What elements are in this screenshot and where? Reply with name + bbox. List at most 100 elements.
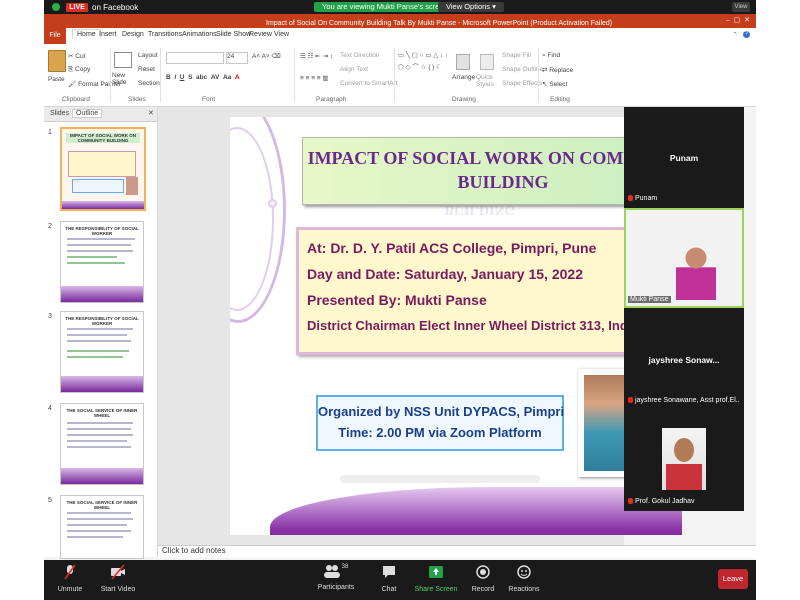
- select-button[interactable]: ↖ Select: [542, 80, 567, 88]
- tab-file[interactable]: File: [44, 28, 66, 44]
- tab-review[interactable]: Review: [249, 31, 272, 38]
- cut-button[interactable]: ✂ Cut: [68, 52, 85, 60]
- reactions-button[interactable]: Reactions: [506, 564, 542, 593]
- slide-thumbnail[interactable]: THE RESPONSIBILITY OF SOCIAL WORKER: [60, 221, 144, 303]
- organizer-text: Organized by NSS Unit DYPACS, Pimpri: [318, 404, 565, 419]
- thumbnail-photo: [126, 177, 138, 195]
- collapse-ribbon-icon[interactable]: ⌃: [732, 31, 738, 39]
- thumbnail-text-line: [67, 340, 131, 342]
- record-button[interactable]: Record: [468, 564, 498, 593]
- shape-fill-button[interactable]: Shape Fill: [502, 52, 531, 59]
- paste-button[interactable]: Paste: [48, 76, 65, 83]
- paste-icon[interactable]: [48, 50, 66, 72]
- text-direction-button[interactable]: Text Direction: [340, 52, 379, 59]
- convert-smartart-button[interactable]: Convert to SmartArt: [340, 80, 397, 87]
- reset-button[interactable]: Reset: [138, 66, 155, 73]
- new-slide-button[interactable]: New Slide: [112, 72, 136, 86]
- slide-thumbnail[interactable]: THE SOCIAL SERVICE OF INNER WHEEL: [60, 403, 144, 485]
- font-style-buttons[interactable]: B I U S abc AV Aa A: [166, 74, 240, 81]
- view-options-label: View Options: [446, 2, 491, 11]
- share-screen-button[interactable]: Share Screen: [414, 564, 458, 593]
- close-icon[interactable]: ✕: [148, 109, 154, 117]
- new-slide-icon[interactable]: [114, 52, 132, 68]
- view-button[interactable]: View: [732, 2, 750, 12]
- tab-home[interactable]: Home: [72, 29, 101, 39]
- participants-button[interactable]: 38 Participants: [314, 564, 358, 591]
- select-label: Select: [549, 81, 568, 88]
- grow-font-icon[interactable]: A˄ A˅ ⌫: [252, 52, 281, 60]
- start-video-button[interactable]: Start Video: [96, 564, 140, 593]
- viewing-banner: You are viewing Mukti Panse's screen: [314, 2, 456, 12]
- thumbnail-band: [61, 468, 143, 484]
- reactions-label: Reactions: [508, 586, 540, 593]
- live-badge[interactable]: LIVE: [66, 3, 88, 12]
- align-text-button[interactable]: Align Text: [340, 66, 368, 73]
- help-icon[interactable]: ?: [743, 31, 750, 38]
- tab-view[interactable]: View: [274, 31, 289, 38]
- participant-tile[interactable]: jayshree Sonaw... jayshree Sonawane, Ass…: [624, 309, 744, 409]
- participant-video: [662, 428, 706, 490]
- align-buttons[interactable]: ≡ ≡ ≡ ≡ ▥: [300, 74, 329, 82]
- thumbnail-band: [61, 286, 143, 302]
- ribbon-separator: [294, 48, 295, 102]
- font-family-select[interactable]: [166, 52, 224, 64]
- organizer-box[interactable]: Organized by NSS Unit DYPACS, Pimpri Tim…: [316, 395, 564, 451]
- slide-thumbnail[interactable]: THE RESPONSIBILITY OF SOCIAL WORKER: [60, 311, 144, 393]
- share-screen-label: Share Screen: [414, 586, 458, 593]
- tab-slides[interactable]: Slides: [50, 110, 69, 117]
- unmute-button[interactable]: Unmute: [52, 564, 88, 593]
- participants-label: Participants: [317, 584, 355, 591]
- zoom-control-bar: Unmute Start Video 38 Participants Chat …: [44, 560, 756, 600]
- thumbnail-text-line: [67, 512, 131, 514]
- participant-label: Prof. Gokul Jadhav: [628, 498, 695, 505]
- shape-effects-button[interactable]: Shape Effects: [502, 80, 542, 87]
- tab-transitions[interactable]: Transitions: [148, 31, 182, 38]
- thumbnail-text-line: [67, 244, 131, 246]
- ribbon-separator: [538, 48, 539, 102]
- tab-design[interactable]: Design: [122, 31, 144, 38]
- tab-insert[interactable]: Insert: [99, 31, 117, 38]
- tab-animations[interactable]: Animations: [182, 31, 217, 38]
- slide-thumbnail[interactable]: IMPACT OF SOCIAL WORK ON COMMUNITY BUILD…: [60, 127, 146, 211]
- window-controls[interactable]: – ▢ ✕: [726, 16, 750, 24]
- chevron-down-icon: ▾: [492, 2, 496, 11]
- current-slide[interactable]: IMPACT OF SOCIAL WORK ON COMMUNITY BUILD…: [230, 117, 682, 535]
- font-size-select[interactable]: 24: [226, 52, 248, 64]
- clipboard-group-label: Clipboard: [62, 96, 90, 103]
- thumbnail-number: 2: [48, 223, 52, 230]
- muted-mic-icon: [628, 397, 633, 404]
- slide-thumbnail[interactable]: THE SOCIAL SERVICE OF INNER WHEEL: [60, 495, 144, 559]
- copy-button[interactable]: ⎘ Copy: [68, 66, 90, 74]
- participants-panel: Punam Punam Mukti Panse jayshree Sonaw..…: [624, 107, 744, 511]
- layout-button[interactable]: Layout: [138, 52, 158, 59]
- venue-text: At: Dr. D. Y. Patil ACS College, Pimpri,…: [307, 240, 597, 256]
- thumbnail-org-box: [72, 179, 124, 193]
- notes-pane[interactable]: Click to add notes: [158, 545, 756, 558]
- shapes-gallery[interactable]: ▭ ╲ ▢ ○ ▭ △ ↓ ↑ ⬠ ◇ ⌒ ☆ { } ☾: [398, 50, 450, 74]
- quick-styles-button[interactable]: Quick Styles: [476, 74, 498, 88]
- list-buttons[interactable]: ☰ ☷ ⇤ ⇥ ↕: [300, 52, 333, 60]
- thumbnail-text-line: [67, 428, 131, 430]
- participant-tile[interactable]: Punam Punam: [624, 107, 744, 207]
- arrange-icon[interactable]: [456, 54, 470, 70]
- view-options-button[interactable]: View Options ▾: [438, 2, 504, 12]
- panel-tabs: Slides Outline ✕: [44, 107, 157, 122]
- tab-slide-show[interactable]: Slide Show: [216, 31, 251, 38]
- replace-button[interactable]: ⇄ Replace: [542, 66, 573, 74]
- participant-tile-active[interactable]: Mukti Panse: [624, 208, 744, 308]
- leave-button[interactable]: Leave: [718, 569, 748, 589]
- video-off-icon: [111, 564, 125, 580]
- tab-outline[interactable]: Outline: [72, 109, 103, 118]
- thumbnail-title: THE SOCIAL SERVICE OF INNER WHEEL: [66, 408, 138, 418]
- quick-styles-icon[interactable]: [480, 54, 494, 70]
- thumbnail-text-line: [67, 440, 127, 442]
- chat-button[interactable]: Chat: [374, 564, 404, 593]
- smiley-icon: [517, 565, 531, 579]
- arrange-button[interactable]: Arrange: [452, 74, 475, 81]
- section-button[interactable]: Section: [138, 80, 160, 87]
- participant-tile[interactable]: Prof. Gokul Jadhav: [624, 410, 744, 510]
- replace-icon: ⇄: [542, 67, 548, 74]
- find-button[interactable]: ⌕ Find: [542, 52, 560, 60]
- time-text: Time: 2.00 PM via Zoom Platform: [338, 425, 542, 440]
- copy-label: Copy: [75, 66, 91, 73]
